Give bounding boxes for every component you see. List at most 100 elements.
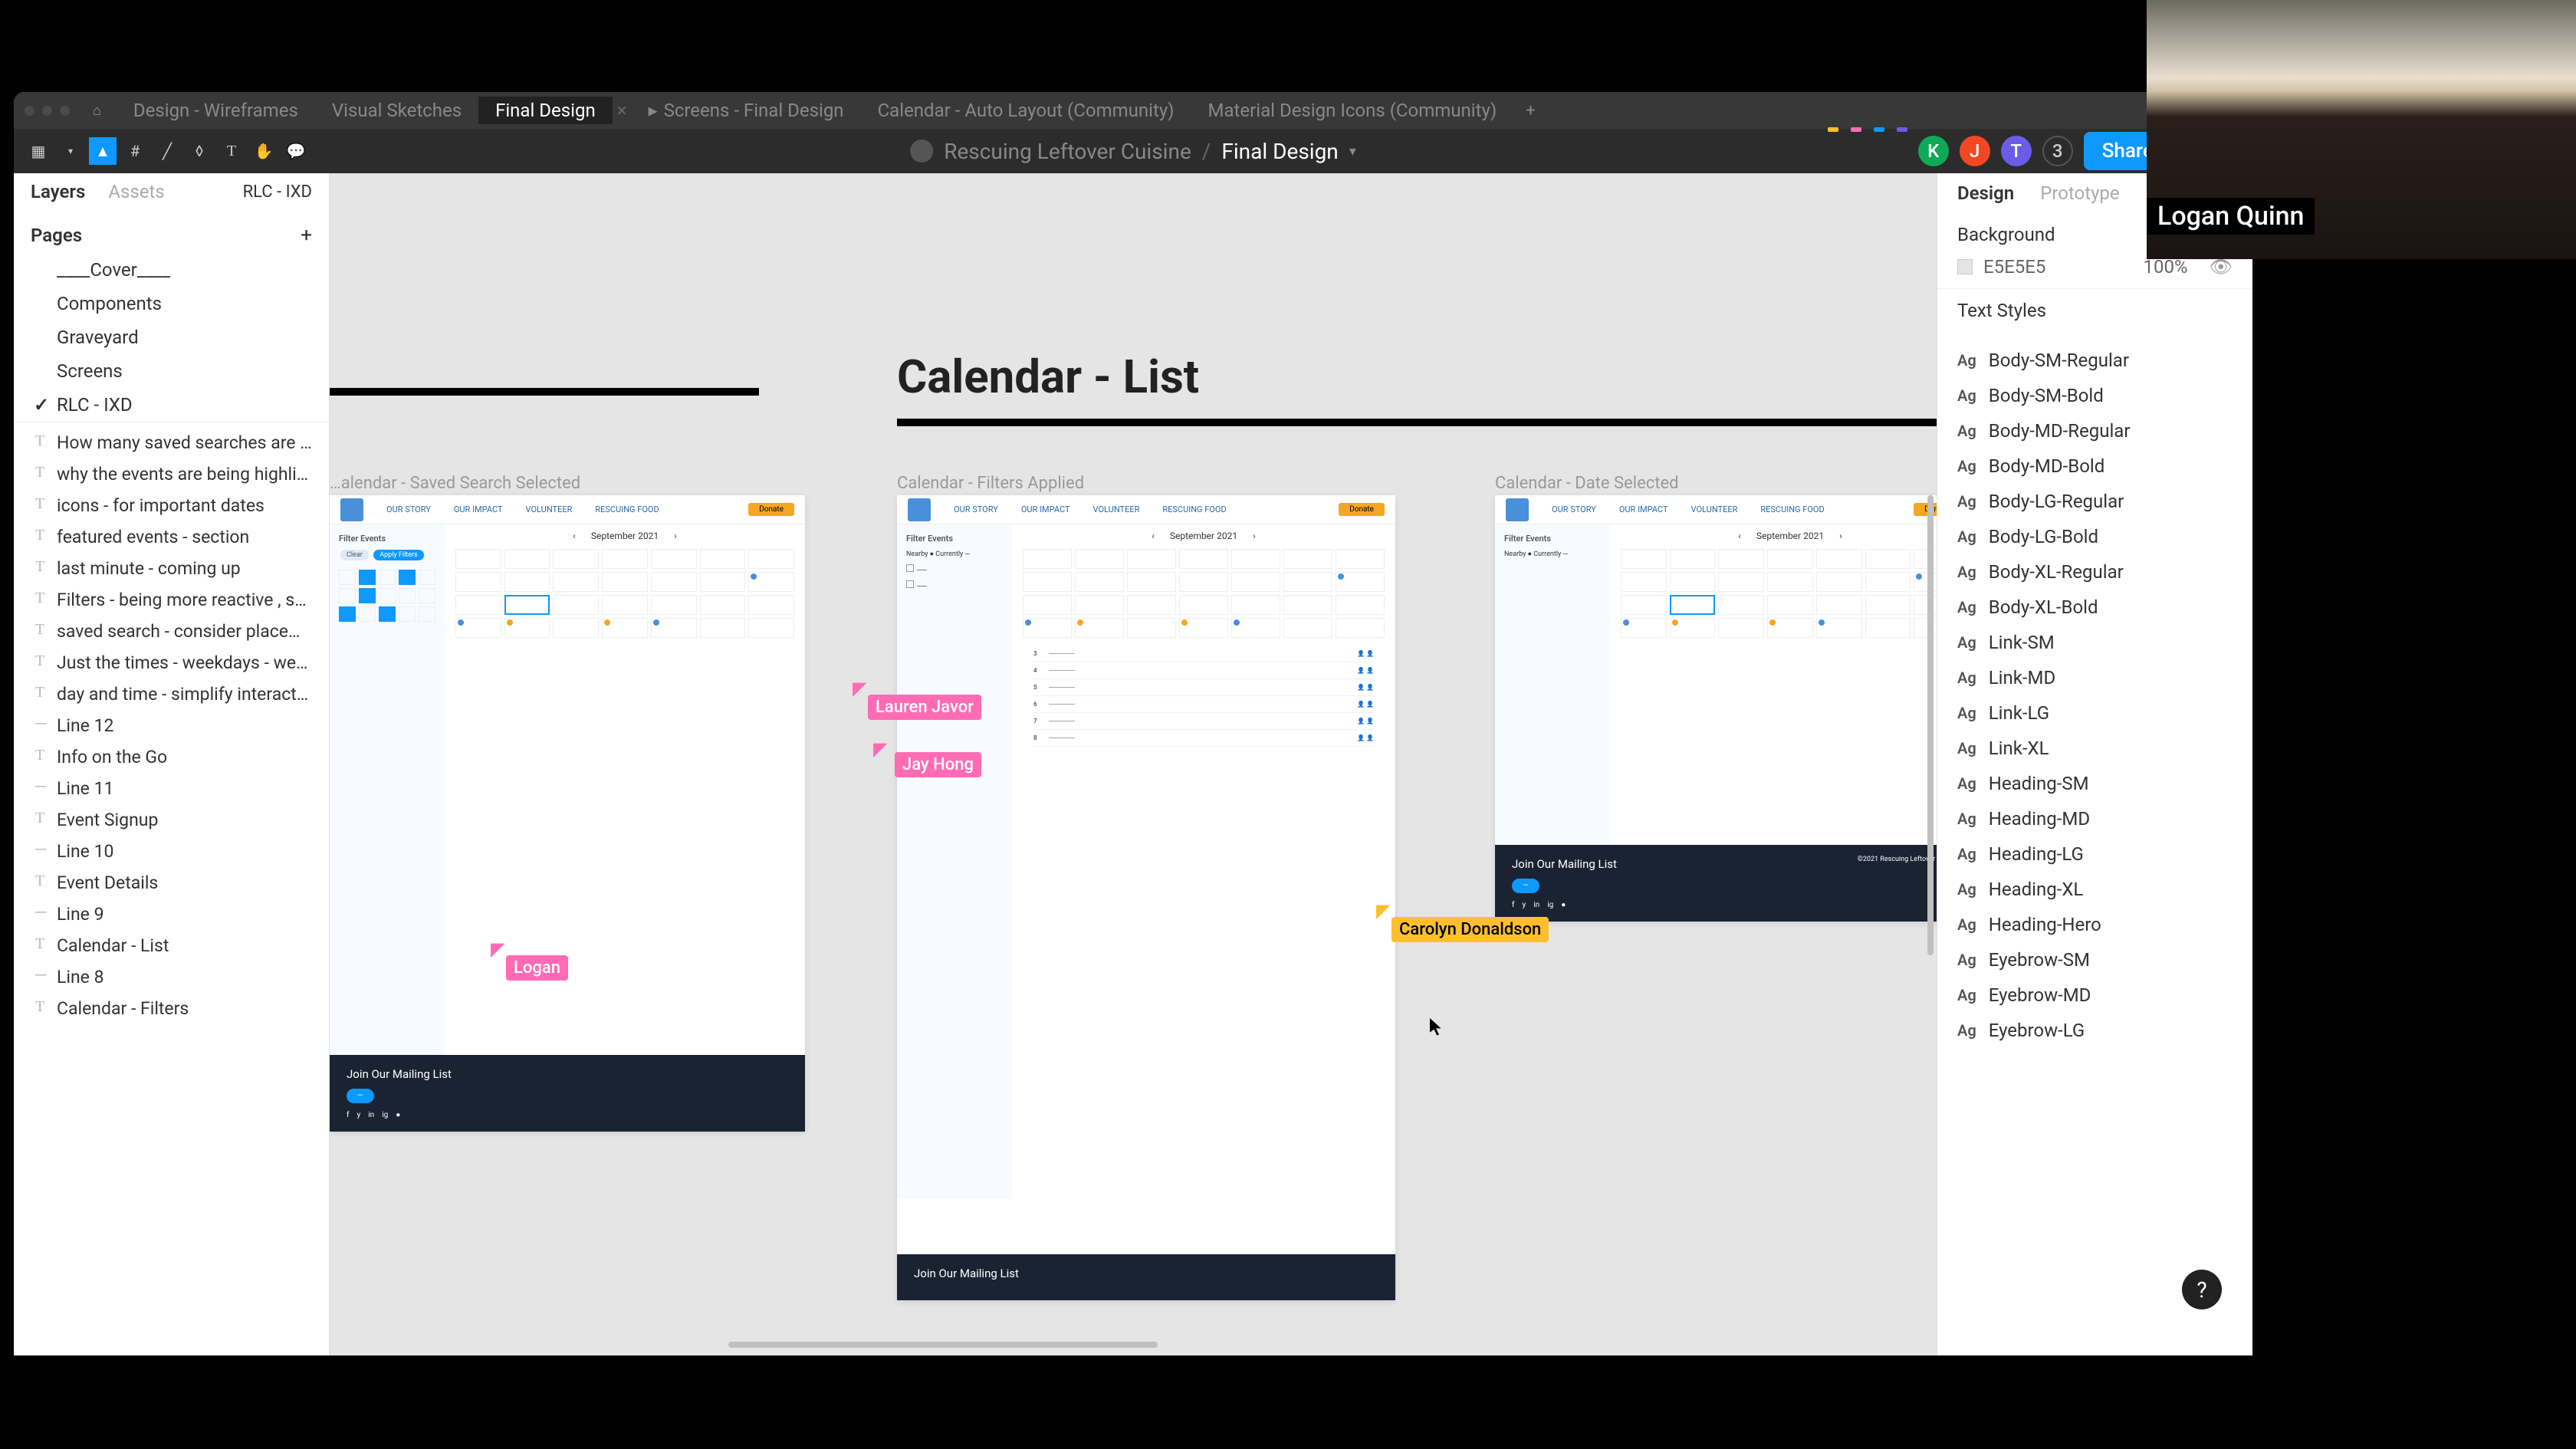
add-page-button[interactable]: + xyxy=(301,224,312,247)
text-style-item[interactable]: AgHeading-LG xyxy=(1937,836,2252,872)
layer-item[interactable]: Event Details xyxy=(14,867,329,899)
tab-close-icon[interactable]: × xyxy=(613,100,632,121)
video-call-overlay[interactable]: Logan Quinn xyxy=(2147,0,2576,259)
text-style-item[interactable]: AgEyebrow-LG xyxy=(1937,1013,2252,1048)
page-item[interactable]: Screens xyxy=(14,354,329,388)
tab-final-design[interactable]: Final Design xyxy=(478,97,613,124)
text-style-item[interactable]: AgBody-MD-Bold xyxy=(1937,449,2252,484)
assets-tab[interactable]: Assets xyxy=(108,181,164,202)
layer-item[interactable]: saved search - consider placemen... xyxy=(14,616,329,647)
text-style-item[interactable]: AgBody-XL-Bold xyxy=(1937,590,2252,625)
calendar-month-nav: ‹September 2021› xyxy=(455,531,794,541)
design-tab[interactable]: Design xyxy=(1957,182,2014,204)
layer-item[interactable]: Event Signup xyxy=(14,804,329,836)
project-name[interactable]: Rescuing Leftover Cuisine xyxy=(944,139,1191,164)
text-style-item[interactable]: AgHeading-Hero xyxy=(1937,907,2252,942)
text-style-item[interactable]: AgLink-LG xyxy=(1937,695,2252,731)
move-tool-icon[interactable]: ▲ xyxy=(89,137,117,165)
page-item[interactable]: ____Cover____ xyxy=(14,253,329,287)
layer-item[interactable]: Info on the Go xyxy=(14,741,329,773)
text-style-item[interactable]: AgHeading-MD xyxy=(1937,801,2252,836)
layers-tab[interactable]: Layers xyxy=(31,181,85,202)
library-name[interactable]: RLC - IXD xyxy=(243,182,312,202)
text-style-item[interactable]: AgBody-MD-Regular xyxy=(1937,413,2252,449)
menu-icon[interactable]: ▦ xyxy=(25,137,52,165)
tab-screens-final[interactable]: ▸Screens - Final Design xyxy=(632,97,861,124)
text-style-item[interactable]: AgLink-XL xyxy=(1937,731,2252,766)
color-swatch-icon[interactable] xyxy=(1957,259,1973,274)
layer-item[interactable]: last minute - coming up xyxy=(14,553,329,584)
maximize-window-icon[interactable] xyxy=(60,106,70,116)
page-item[interactable]: Graveyard xyxy=(14,320,329,354)
text-tool-icon[interactable]: T xyxy=(218,137,245,165)
layer-item[interactable]: How many saved searches are nec... xyxy=(14,427,329,458)
frame-label[interactable]: Calendar - Date Selected xyxy=(1495,474,1679,493)
prototype-tab[interactable]: Prototype xyxy=(2040,182,2119,204)
text-style-item[interactable]: AgHeading-XL xyxy=(1937,872,2252,907)
frame-label[interactable]: …alendar - Saved Search Selected xyxy=(330,474,580,493)
help-button[interactable]: ? xyxy=(2182,1270,2222,1309)
home-icon[interactable]: ⌂ xyxy=(93,103,101,119)
shape-tool-icon[interactable]: ◊ xyxy=(186,137,213,165)
frame-saved-search[interactable]: OUR STORY OUR IMPACT VOLUNTEER RESCUING … xyxy=(330,495,805,1132)
tab-visual-sketches[interactable]: Visual Sketches xyxy=(315,97,478,124)
text-style-item[interactable]: AgEyebrow-MD xyxy=(1937,978,2252,1013)
layer-item[interactable]: Line 8 xyxy=(14,961,329,993)
frame-date-selected[interactable]: OUR STORY OUR IMPACT VOLUNTEER RESCUING … xyxy=(1495,495,1937,922)
vertical-scrollbar[interactable] xyxy=(1927,495,1934,955)
collaborator-avatar-j[interactable]: J xyxy=(1960,136,1990,166)
frame-filters-applied[interactable]: OUR STORY OUR IMPACT VOLUNTEER RESCUING … xyxy=(897,495,1395,1300)
collaborator-avatar-t[interactable]: T xyxy=(2001,136,2032,166)
hand-tool-icon[interactable]: ✋ xyxy=(250,137,278,165)
tab-material-icons[interactable]: Material Design Icons (Community) xyxy=(1191,97,1514,124)
collaborator-avatar-k[interactable]: K xyxy=(1918,136,1949,166)
horizontal-scrollbar[interactable] xyxy=(728,1342,1158,1348)
layer-item[interactable]: Filters - being more reactive , shut... xyxy=(14,584,329,616)
text-style-item[interactable]: AgBody-SM-Bold xyxy=(1937,378,2252,413)
layer-item[interactable]: Calendar - Filters xyxy=(14,993,329,1024)
team-avatar-icon[interactable] xyxy=(910,140,933,163)
add-tab-button[interactable]: + xyxy=(1513,101,1547,120)
layer-item[interactable]: Line 11 xyxy=(14,773,329,804)
chevron-down-icon[interactable]: ▾ xyxy=(1349,143,1356,159)
visibility-toggle-icon[interactable]: 👁 xyxy=(2210,256,2233,278)
frame-label[interactable]: Calendar - Filters Applied xyxy=(897,474,1084,493)
text-style-item[interactable]: AgBody-XL-Regular xyxy=(1937,554,2252,590)
text-style-item[interactable]: AgLink-SM xyxy=(1937,625,2252,660)
layer-item[interactable]: featured events - section xyxy=(14,521,329,553)
hex-value[interactable]: E5E5E5 xyxy=(1983,256,2045,278)
canvas[interactable]: Calendar - List …alendar - Saved Search … xyxy=(330,173,1937,1355)
text-style-item[interactable]: AgBody-SM-Regular xyxy=(1937,343,2252,378)
text-styles-list[interactable]: AgBody-SM-RegularAgBody-SM-BoldAgBody-MD… xyxy=(1937,343,2252,1056)
layer-item[interactable]: day and time - simplify interaction ... xyxy=(14,678,329,710)
layer-item[interactable]: Calendar - List xyxy=(14,930,329,961)
window-controls[interactable] xyxy=(25,106,70,116)
page-item-active[interactable]: RLC - IXD xyxy=(14,388,329,422)
layer-item[interactable]: why the events are being highlight... xyxy=(14,458,329,490)
tab-wireframes[interactable]: Design - Wireframes xyxy=(117,97,315,124)
text-style-item[interactable]: AgBody-LG-Regular xyxy=(1937,484,2252,519)
close-window-icon[interactable] xyxy=(25,106,34,116)
minimize-window-icon[interactable] xyxy=(42,106,52,116)
text-style-item[interactable]: AgBody-LG-Bold xyxy=(1937,519,2252,554)
page-item[interactable]: Components xyxy=(14,287,329,320)
text-style-item[interactable]: AgHeading-SM xyxy=(1937,766,2252,801)
chevron-down-icon[interactable]: ▾ xyxy=(57,137,84,165)
text-style-item[interactable]: AgLink-MD xyxy=(1937,660,2252,695)
layers-list[interactable]: How many saved searches are nec...why th… xyxy=(14,422,329,1355)
mailing-list-title: Join Our Mailing List xyxy=(347,1067,788,1081)
text-style-item[interactable]: AgEyebrow-SM xyxy=(1937,942,2252,978)
tab-calendar-community[interactable]: Calendar - Auto Layout (Community) xyxy=(861,97,1191,124)
background-color-row[interactable]: E5E5E5 100% 👁 xyxy=(1957,256,2233,278)
opacity-value[interactable]: 100% xyxy=(2143,256,2187,278)
collaborator-overflow-count[interactable]: 3 xyxy=(2042,136,2073,166)
frame-tool-icon[interactable]: # xyxy=(121,137,149,165)
layer-item[interactable]: Just the times - weekdays - week... xyxy=(14,647,329,678)
comment-tool-icon[interactable]: 💬 xyxy=(282,137,310,165)
layer-item[interactable]: Line 9 xyxy=(14,899,329,930)
layer-item[interactable]: icons - for important dates xyxy=(14,490,329,521)
file-name[interactable]: Final Design xyxy=(1221,139,1338,164)
pen-tool-icon[interactable]: ╱ xyxy=(153,137,181,165)
layer-item[interactable]: Line 10 xyxy=(14,836,329,867)
layer-item[interactable]: Line 12 xyxy=(14,710,329,741)
